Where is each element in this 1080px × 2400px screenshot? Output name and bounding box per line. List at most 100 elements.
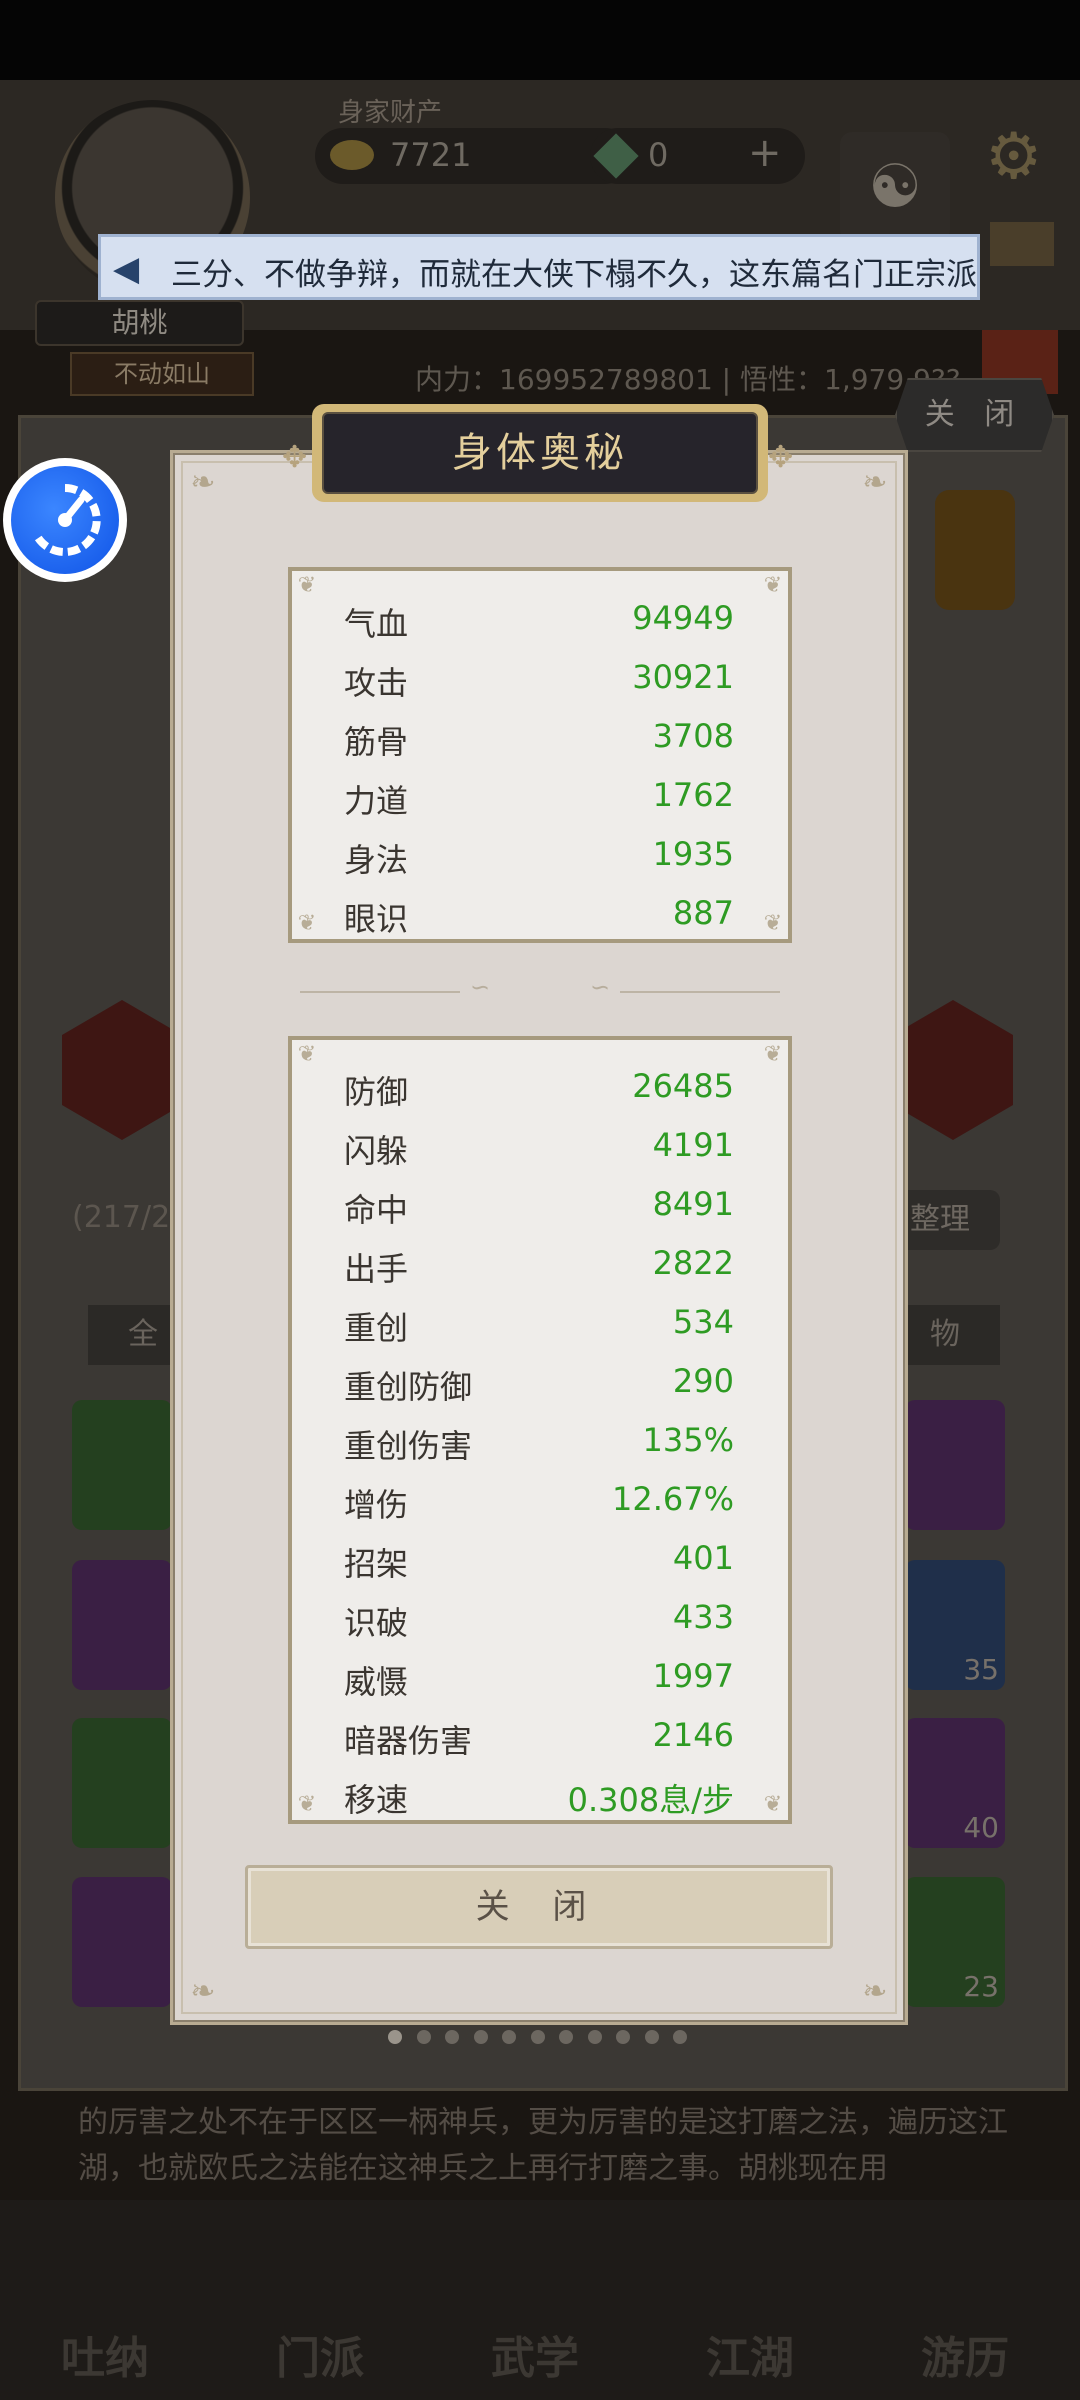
primary-stats-box: ❦ ❦ ❦ ❦ 气血 94949 攻击 30921 筋骨 3708 力道 1762 身法… xyxy=(288,567,792,943)
stat-row-hidden-weapon-damage: 暗器伤害 2146 xyxy=(292,1708,788,1766)
page-dot xyxy=(445,2030,459,2044)
stat-row-insight: 识破 433 xyxy=(292,1590,788,1648)
stat-label: 增伤 xyxy=(344,1486,409,1524)
yin-yang-icon[interactable]: ☯ xyxy=(840,132,950,242)
page-dot xyxy=(473,2030,488,2044)
stat-label: 重创伤害 xyxy=(344,1427,473,1465)
nav-jianghu[interactable]: 江湖 xyxy=(675,2210,825,2390)
stat-row-damage-bonus: 增伤 12.67% xyxy=(292,1472,788,1530)
corner-ornament-icon: ❧ xyxy=(862,1974,888,2009)
item-count: 35 xyxy=(963,1653,999,1686)
inventory-slot[interactable] xyxy=(72,1877,172,2007)
stat-value: 401 xyxy=(672,1539,734,1577)
stat-row-initiative: 出手 2822 xyxy=(292,1236,788,1294)
inventory-slot[interactable] xyxy=(72,1560,172,1690)
gear-icon[interactable]: ⚙ xyxy=(985,120,1042,194)
stat-value: 534 xyxy=(672,1303,734,1341)
stat-label: 重创 xyxy=(344,1309,409,1347)
page-dot xyxy=(587,2030,602,2044)
stat-row-dodge: 闪躲 4191 xyxy=(292,1118,788,1176)
inventory-slot[interactable] xyxy=(72,1400,172,1530)
stat-row-critical-defense: 重创防御 290 xyxy=(292,1354,788,1412)
stat-row-constitution: 筋骨 3708 xyxy=(292,709,788,767)
page-dot xyxy=(502,2030,516,2044)
ornament-icon xyxy=(935,490,1015,610)
stat-label: 防御 xyxy=(344,1073,409,1111)
inventory-slot[interactable]: 40 xyxy=(905,1718,1005,1848)
stat-row-critical-damage: 重创伤害 135% xyxy=(292,1413,788,1471)
inventory-slot[interactable] xyxy=(72,1718,172,1848)
announcement-text: 三分、不做争辩，而就在大侠下榻不久，这东篇名门正宗派 xyxy=(171,257,977,293)
close-button[interactable]: 关 闭 xyxy=(245,1865,833,1949)
item-count: 40 xyxy=(963,1811,999,1844)
stat-value: 135% xyxy=(642,1421,734,1459)
stat-value: 433 xyxy=(672,1598,734,1636)
add-currency-button[interactable]: + xyxy=(748,130,782,176)
asset-label: 身家财产 xyxy=(338,98,443,128)
stat-value: 1997 xyxy=(652,1657,734,1695)
corner-ornament-icon: ❧ xyxy=(190,465,216,500)
stat-value: 30921 xyxy=(632,658,734,696)
title-wing-icon: ✥ xyxy=(768,440,794,475)
inventory-slot[interactable]: 23 xyxy=(905,1877,1005,2007)
nav-travel[interactable]: 游历 xyxy=(890,2210,1040,2390)
stat-row-strength: 力道 1762 xyxy=(292,768,788,826)
page-dot xyxy=(416,2030,431,2044)
stat-value: 8491 xyxy=(652,1185,734,1223)
stat-row-agility: 身法 1935 xyxy=(292,827,788,885)
nav-sect[interactable]: 门派 xyxy=(245,2210,395,2390)
stat-value: 290 xyxy=(672,1362,734,1400)
stat-label: 命中 xyxy=(344,1191,409,1229)
nav-tuna[interactable]: 吐纳 xyxy=(30,2210,180,2390)
speaker-icon: ◀ xyxy=(113,249,140,289)
stat-value: 26485 xyxy=(632,1067,734,1105)
stat-row-attack: 攻击 30921 xyxy=(292,650,788,708)
secondary-stats-box: ❦ ❦ ❦ ❦ 防御 26485 闪躲 4191 命中 8491 出手 2822 重创 5… xyxy=(288,1036,792,1824)
stat-row-intimidate: 威慑 1997 xyxy=(292,1649,788,1707)
nav-martial[interactable]: 武学 xyxy=(460,2210,610,2390)
character-name: 胡桃 xyxy=(35,300,244,346)
inventory-slot[interactable]: 35 xyxy=(905,1560,1005,1690)
stat-value: 2822 xyxy=(652,1244,734,1282)
speed-gauge-icon[interactable] xyxy=(11,466,119,574)
dialog-title: 身体奥秘 xyxy=(452,430,628,476)
mail-icon[interactable] xyxy=(990,222,1054,266)
stat-label: 眼识 xyxy=(344,900,409,938)
stat-value: 94949 xyxy=(632,599,734,637)
stat-value: 12.67% xyxy=(611,1480,734,1518)
stat-row-defense: 防御 26485 xyxy=(292,1059,788,1117)
jade-value: 0 xyxy=(648,136,669,174)
stat-row-move-speed: 移速 0.308息/步 xyxy=(292,1767,788,1825)
stat-value: 2146 xyxy=(652,1716,734,1754)
stat-value: 1935 xyxy=(652,835,734,873)
item-description: 的厉害之处不在于区区一柄神兵，更为厉害的是这打磨之法，遍历这江湖，也就欧氏之法能… xyxy=(78,2105,1008,2186)
corner-ornament-icon: ❧ xyxy=(190,1974,216,2009)
title-wing-icon: ✥ xyxy=(282,440,308,475)
power-stats: 内力：169952789801 | 悟性：1,979,9?? xyxy=(415,363,961,396)
stat-value: 0.308息/步 xyxy=(567,1781,734,1819)
stat-label: 威慑 xyxy=(344,1663,409,1701)
stat-label: 暗器伤害 xyxy=(344,1722,473,1760)
stat-value: 3708 xyxy=(652,717,734,755)
stat-value: 887 xyxy=(672,894,734,932)
divider-ornament-icon: ∽ xyxy=(590,973,611,1001)
stat-label: 气血 xyxy=(344,605,409,643)
stat-label: 识破 xyxy=(344,1604,409,1642)
inventory-slot[interactable] xyxy=(905,1400,1005,1530)
status-bar xyxy=(0,0,1080,80)
stat-label: 重创防御 xyxy=(344,1368,473,1406)
stat-value: 1762 xyxy=(652,776,734,814)
stat-label: 力道 xyxy=(344,782,409,820)
stat-row-accuracy: 命中 8491 xyxy=(292,1177,788,1235)
character-title: 不动如山 xyxy=(70,352,254,396)
page-dot xyxy=(616,2030,630,2044)
page-dot xyxy=(388,2030,402,2044)
page-dot xyxy=(559,2030,573,2044)
corner-ornament-icon: ❧ xyxy=(862,465,888,500)
stat-row-parry: 招架 401 xyxy=(292,1531,788,1589)
close-button-label: 关 闭 xyxy=(475,1887,603,1927)
stat-label: 闪躲 xyxy=(344,1132,409,1170)
gold-value: 7721 xyxy=(390,136,472,174)
panel-close-button[interactable]: 关 闭 xyxy=(895,378,1054,452)
stat-label: 出手 xyxy=(344,1250,409,1288)
